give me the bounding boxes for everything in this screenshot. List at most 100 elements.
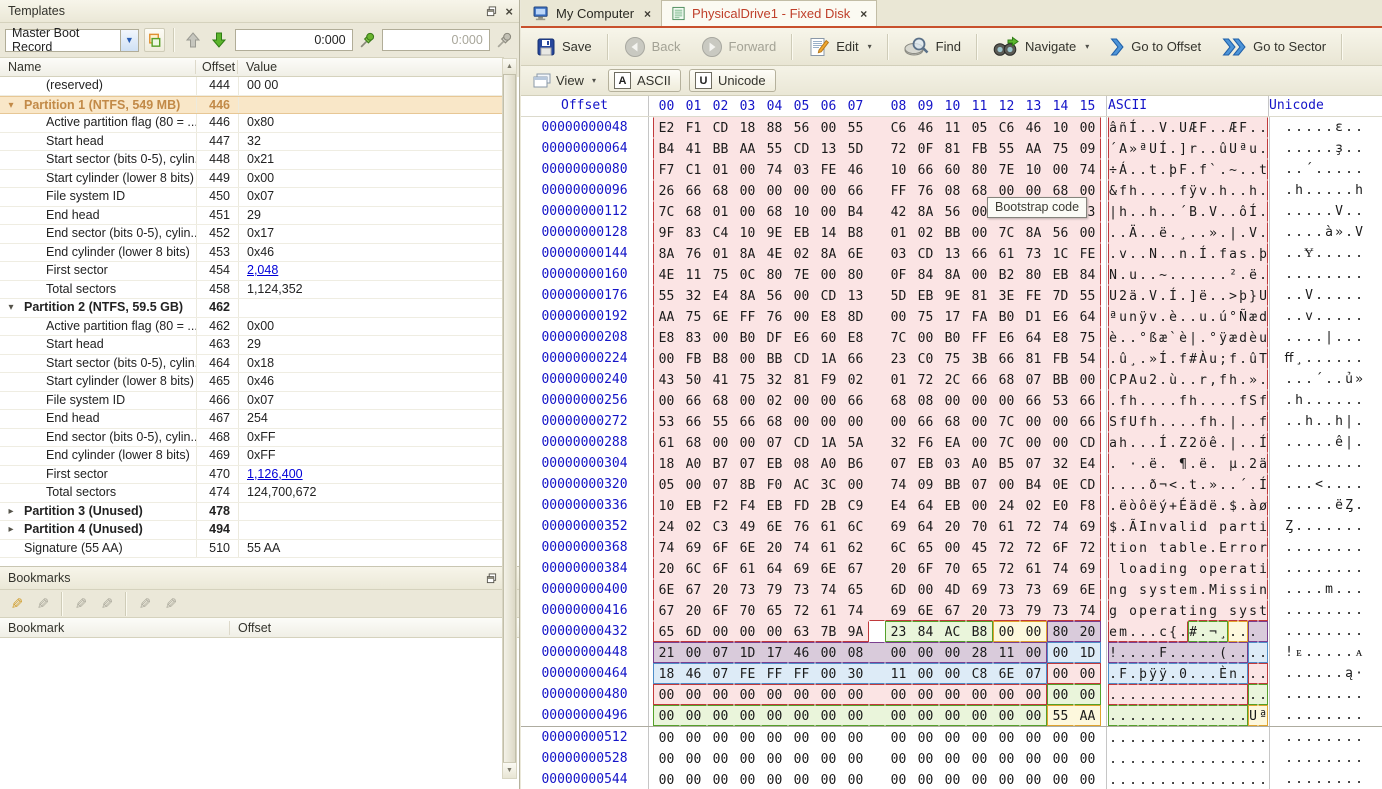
hex-byte[interactable]: 00: [1047, 432, 1074, 453]
hex-byte[interactable]: 07: [885, 453, 912, 474]
hex-ascii-char[interactable]: .: [1168, 138, 1178, 159]
hex-byte[interactable]: 00: [1020, 748, 1047, 769]
hex-ascii-char[interactable]: u: [1198, 306, 1208, 327]
hex-unicode-char[interactable]: .: [1354, 285, 1364, 306]
template-row[interactable]: First sector4701,126,400: [0, 466, 505, 485]
hex-unicode-char[interactable]: .: [1354, 453, 1364, 474]
hex-byte[interactable]: 8A: [734, 243, 761, 264]
hex-unicode-char[interactable]: .: [1334, 537, 1344, 558]
template-row[interactable]: Active partition flag (80 = ...4620x00: [0, 318, 505, 337]
hex-byte[interactable]: 00: [707, 727, 734, 748]
hex-unicode-char[interactable]: .: [1314, 748, 1324, 769]
hex-ascii-char[interactable]: a: [1228, 516, 1238, 537]
hex-ascii-char[interactable]: .: [1158, 705, 1168, 726]
hex-ascii-char[interactable]: e: [1178, 579, 1188, 600]
hex-byte[interactable]: 00: [1047, 748, 1074, 769]
hex-unicode-char[interactable]: .: [1294, 579, 1304, 600]
hex-byte[interactable]: 00: [842, 769, 869, 789]
hex-unicode-char[interactable]: .: [1284, 180, 1294, 201]
hex-byte[interactable]: 66: [1074, 390, 1101, 411]
hex-byte[interactable]: 00: [912, 769, 939, 789]
hex-byte[interactable]: 00: [815, 264, 842, 285]
hex-ascii-char[interactable]: .: [1118, 474, 1128, 495]
hex-ascii-char[interactable]: N: [1148, 243, 1158, 264]
hex-ascii-char[interactable]: °: [1208, 327, 1218, 348]
hex-ascii-char[interactable]: ò: [1128, 495, 1138, 516]
hex-byte[interactable]: FF: [761, 663, 788, 684]
hex-unicode-char[interactable]: h: [1294, 180, 1304, 201]
hex-unicode-char[interactable]: .: [1354, 243, 1364, 264]
template-row[interactable]: Total sectors4581,124,352: [0, 281, 505, 300]
hex-byte[interactable]: 1D: [1074, 642, 1101, 663]
delete-all-bookmarks-icon[interactable]: ✎: [160, 595, 182, 613]
hex-byte[interactable]: EA: [939, 432, 966, 453]
hex-byte[interactable]: B4: [842, 201, 869, 222]
hex-ascii-char[interactable]: `: [1208, 159, 1218, 180]
hex-unicode-char[interactable]: .: [1344, 474, 1354, 495]
hex-unicode-char[interactable]: .: [1324, 474, 1334, 495]
template-row[interactable]: ▸Partition 3 (Unused)478: [0, 503, 505, 522]
hex-unicode-char[interactable]: .: [1304, 369, 1314, 390]
hex-byte[interactable]: 72: [1074, 537, 1101, 558]
hex-ascii-char[interactable]: À: [1198, 348, 1208, 369]
template-row[interactable]: Start sector (bits 0-5), cylin...4480x21: [0, 151, 505, 170]
hex-unicode-char[interactable]: .: [1314, 727, 1324, 748]
chevron-down-icon[interactable]: ▾: [868, 42, 872, 51]
hex-ascii-char[interactable]: .: [1108, 390, 1118, 411]
hex-unicode-char[interactable]: .: [1334, 727, 1344, 748]
hex-ascii-char[interactable]: ¶: [1178, 453, 1188, 474]
hex-unicode-char[interactable]: !: [1284, 642, 1294, 663]
hex-ascii-char[interactable]: f: [1258, 411, 1268, 432]
template-row[interactable]: End cylinder (lower 8 bits)4530x46: [0, 244, 505, 263]
scrollbar-thumb[interactable]: [503, 74, 516, 763]
hex-byte[interactable]: AA: [1074, 705, 1101, 726]
hex-byte[interactable]: 00: [734, 769, 761, 789]
hex-byte[interactable]: 62: [842, 537, 869, 558]
hex-ascii-char[interactable]: .: [1138, 727, 1148, 748]
hex-unicode-char[interactable]: .: [1344, 642, 1354, 663]
hex-unicode-char[interactable]: .: [1354, 348, 1364, 369]
hex-ascii-char[interactable]: [1168, 453, 1178, 474]
hex-ascii-char[interactable]: d: [1258, 306, 1268, 327]
hex-unicode-char[interactable]: .: [1334, 769, 1344, 789]
hex-byte[interactable]: 6E: [761, 516, 788, 537]
hex-byte[interactable]: 00: [1074, 769, 1101, 789]
hex-unicode-char[interactable]: .: [1304, 453, 1314, 474]
hex-byte[interactable]: E6: [1047, 306, 1074, 327]
hex-byte[interactable]: 74: [1074, 600, 1101, 621]
hex-unicode-char[interactable]: .: [1304, 769, 1314, 789]
hex-ascii-char[interactable]: }: [1248, 285, 1258, 306]
hex-ascii-char[interactable]: ÿ: [1148, 663, 1158, 684]
hex-byte[interactable]: C0: [912, 348, 939, 369]
hex-unicode-char[interactable]: <: [1314, 474, 1324, 495]
hex-byte[interactable]: 08: [788, 453, 815, 474]
hex-byte[interactable]: BB: [1047, 369, 1074, 390]
hex-unicode-char[interactable]: .: [1354, 769, 1364, 789]
hex-ascii-char[interactable]: F: [1118, 663, 1128, 684]
hex-ascii-char[interactable]: ²: [1228, 264, 1238, 285]
hex-byte[interactable]: 20: [761, 537, 788, 558]
hex-byte[interactable]: 54: [1074, 348, 1101, 369]
hex-byte[interactable]: FD: [788, 495, 815, 516]
hex-unicode-char[interactable]: .: [1354, 495, 1364, 516]
templates-scrollbar[interactable]: ▲ ▼: [502, 58, 517, 779]
hex-ascii-char[interactable]: .: [1198, 705, 1208, 726]
hex-byte[interactable]: CD: [788, 348, 815, 369]
hex-ascii-char[interactable]: þ: [1238, 285, 1248, 306]
hex-ascii-char[interactable]: f: [1258, 390, 1268, 411]
hex-ascii-char[interactable]: .: [1218, 769, 1228, 789]
hex-ascii-char[interactable]: .: [1138, 705, 1148, 726]
hex-unicode-char[interactable]: .: [1304, 558, 1314, 579]
hex-byte[interactable]: 00: [1074, 663, 1101, 684]
hex-byte[interactable]: 84: [912, 264, 939, 285]
hex-ascii-char[interactable]: .: [1238, 264, 1248, 285]
hex-unicode-char[interactable]: .: [1354, 264, 1364, 285]
hex-byte[interactable]: 73: [734, 579, 761, 600]
hex-ascii-char[interactable]: ù: [1168, 369, 1178, 390]
hex-byte[interactable]: 09: [912, 474, 939, 495]
hex-byte[interactable]: 00: [653, 748, 680, 769]
hex-ascii-char[interactable]: è: [1108, 327, 1118, 348]
hex-byte[interactable]: 6E: [707, 306, 734, 327]
hex-byte[interactable]: 61: [993, 243, 1020, 264]
hex-ascii-char[interactable]: .: [1208, 727, 1218, 748]
